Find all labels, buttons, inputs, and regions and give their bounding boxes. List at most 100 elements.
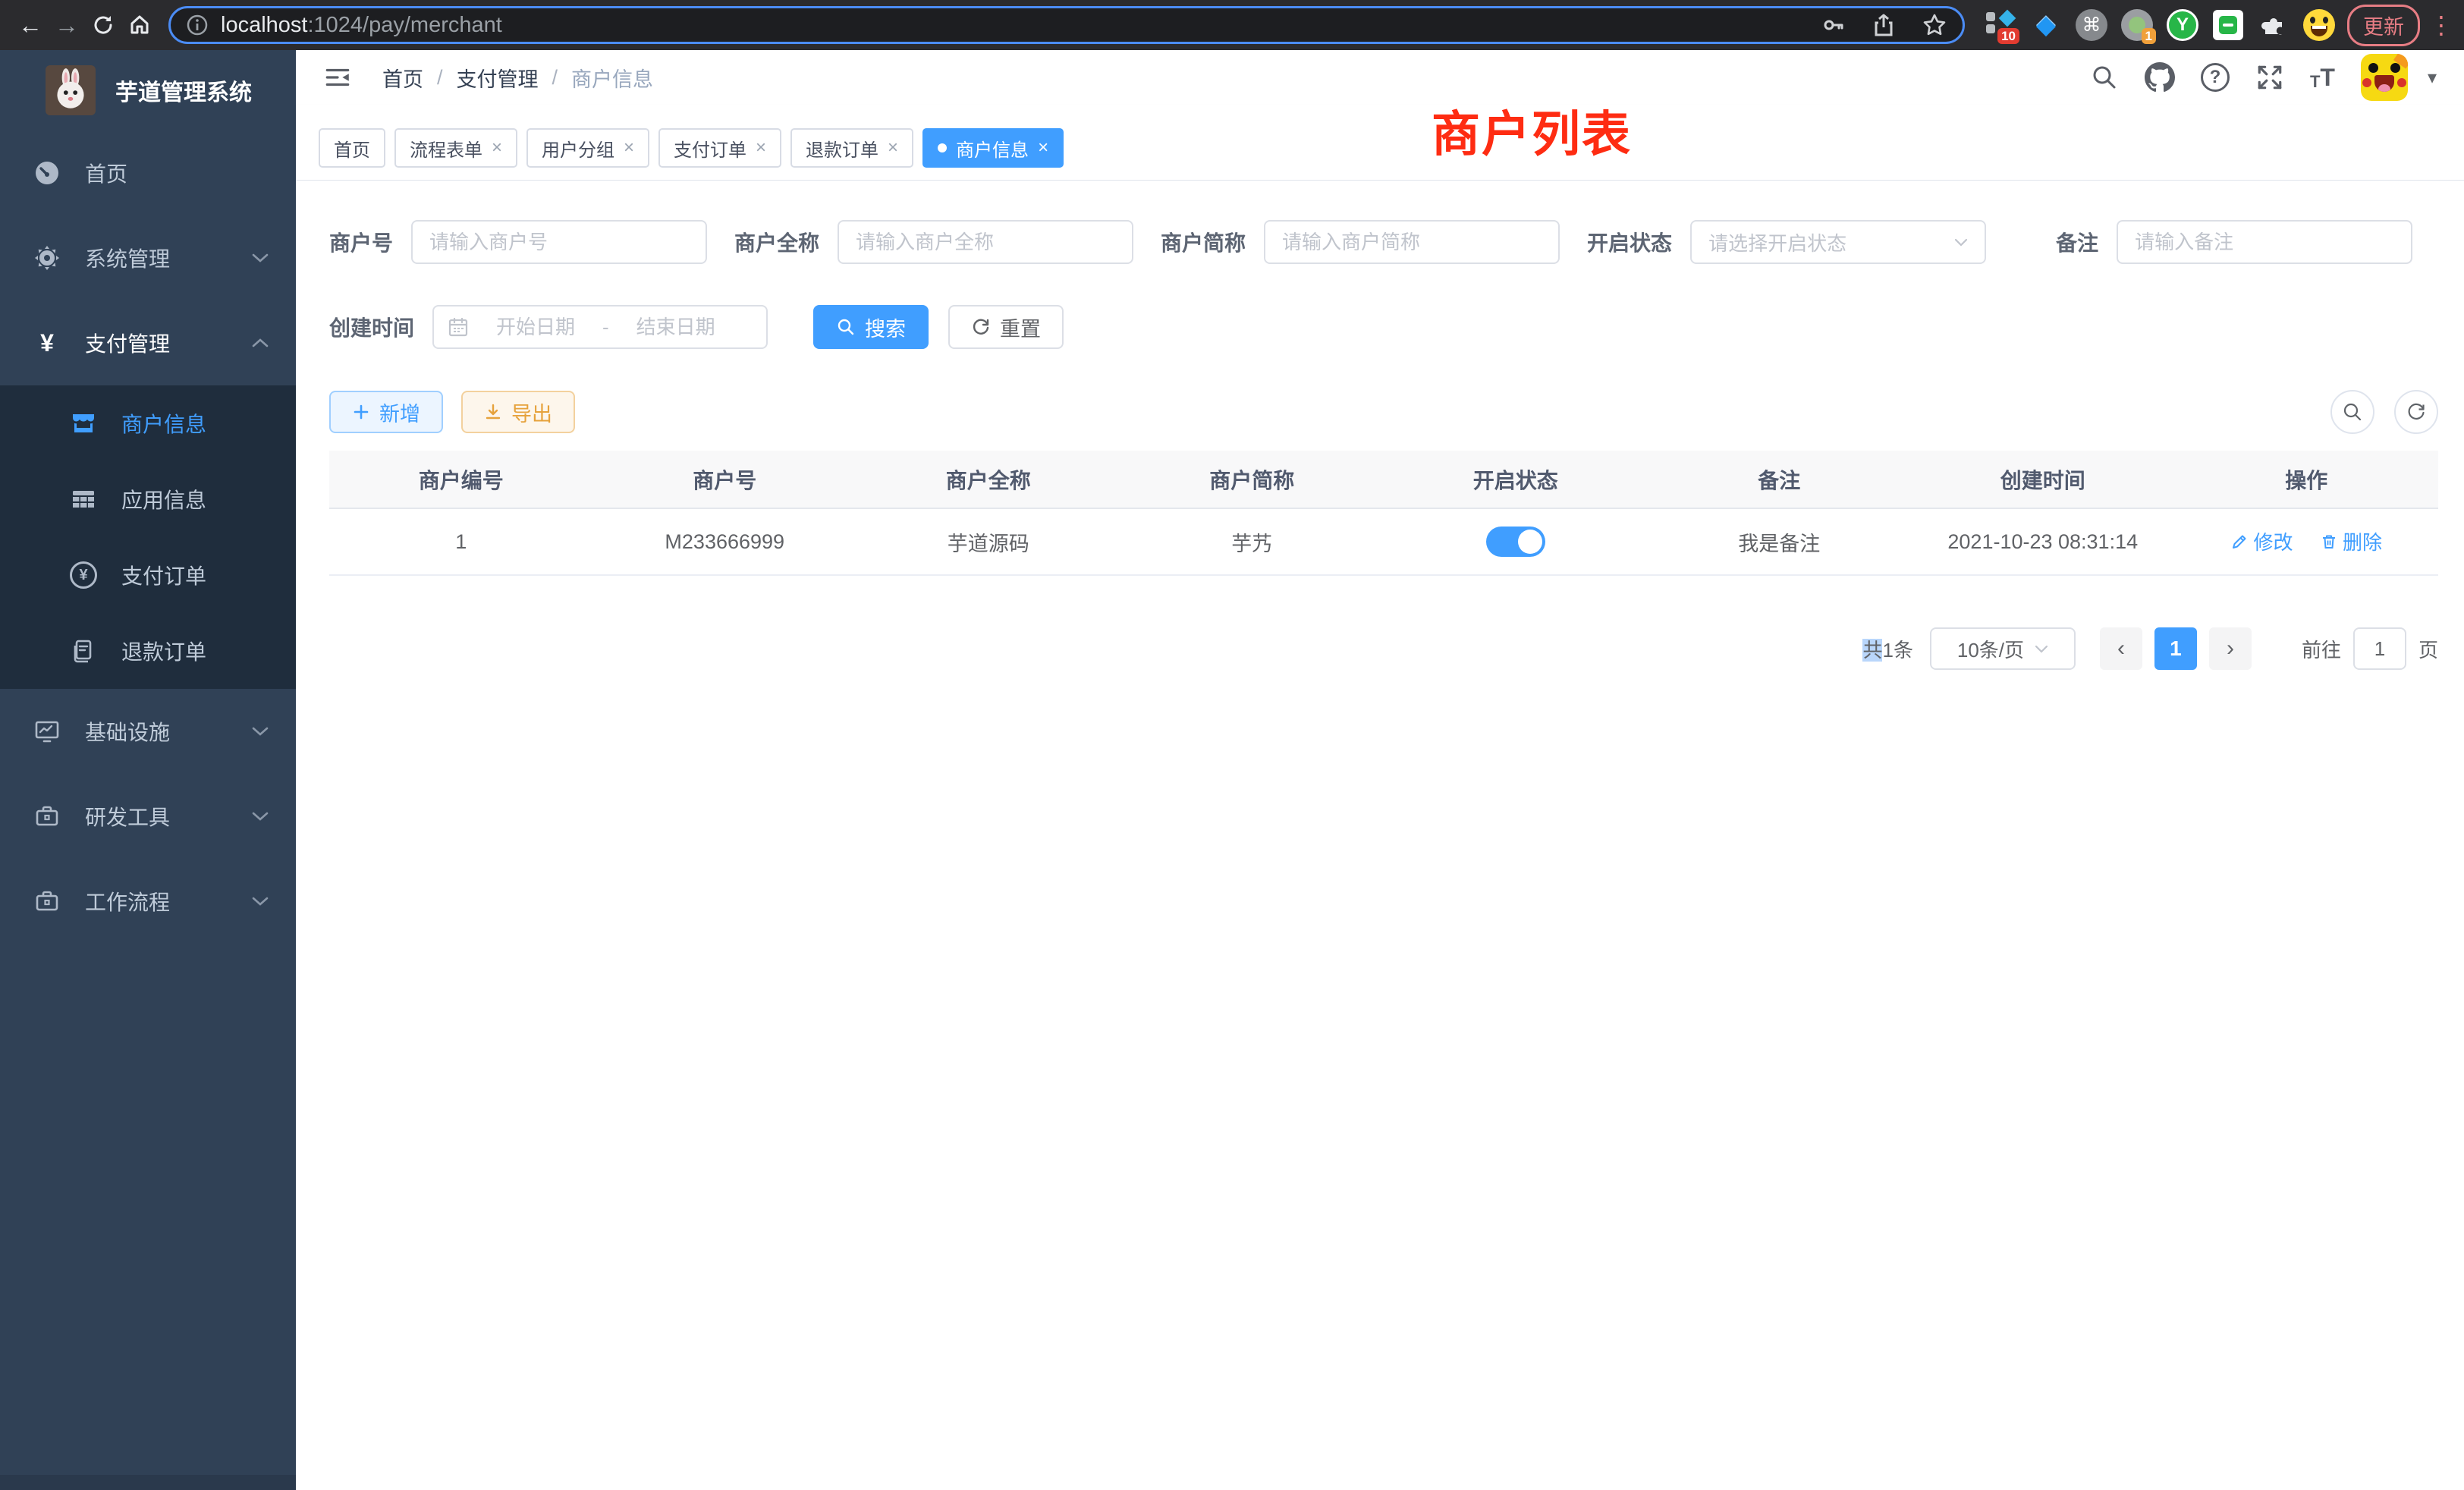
status-toggle-on[interactable]: [1486, 527, 1545, 557]
search-button-label: 搜索: [865, 313, 906, 342]
search-icon: [836, 317, 856, 337]
col-create-time: 创建时间: [1911, 451, 2175, 508]
prev-page-button[interactable]: ‹: [2100, 627, 2142, 670]
tab-label: 退款订单: [806, 135, 878, 162]
sidebar-item-infrastructure[interactable]: 基础设施: [0, 689, 296, 774]
sidebar-item-system[interactable]: 系统管理: [0, 215, 296, 300]
tab-process-form[interactable]: 流程表单 ×: [394, 128, 517, 168]
col-short-name: 商户简称: [1120, 451, 1384, 508]
browser-update-button[interactable]: 更新: [2347, 5, 2420, 46]
merchant-no-field: 商户号: [329, 220, 707, 264]
tab-square-icon: [1986, 24, 1995, 33]
sidebar-item-dev-tools[interactable]: 研发工具: [0, 774, 296, 859]
search-icon: [2090, 63, 2119, 92]
tab-refund-order[interactable]: 退款订单 ×: [790, 128, 913, 168]
avatar-dropdown-caret-icon[interactable]: ▾: [2428, 67, 2437, 89]
password-key-icon[interactable]: [1821, 13, 1846, 37]
tab-manager-extension-icon[interactable]: 10: [1983, 8, 2018, 42]
total-unit: 条: [1894, 639, 1913, 662]
yudao-extension-icon[interactable]: Y: [2165, 8, 2200, 42]
tab-close-icon[interactable]: ×: [624, 139, 634, 157]
sidebar-item-home[interactable]: 首页: [0, 130, 296, 215]
sidebar-item-payment[interactable]: ¥ 支付管理: [0, 300, 296, 385]
filter-row-2: 创建时间 - 搜索 重置: [329, 305, 2438, 349]
browser-back-button[interactable]: ←: [12, 7, 49, 43]
search-button[interactable]: 搜索: [813, 305, 929, 349]
tab-user-group[interactable]: 用户分组 ×: [526, 128, 649, 168]
command-extension-icon[interactable]: ⌘: [2074, 8, 2109, 42]
next-page-button[interactable]: ›: [2209, 627, 2252, 670]
remark-input[interactable]: [2117, 220, 2412, 264]
table-toolbar: 新增 导出: [329, 390, 2438, 434]
fullscreen-button[interactable]: [2255, 63, 2284, 92]
browser-menu-kebab-icon[interactable]: ⋮: [2429, 11, 2452, 39]
tab-merchant-info[interactable]: 商户信息 ×: [922, 128, 1064, 168]
share-icon[interactable]: [1872, 13, 1896, 37]
short-name-field: 商户简称: [1161, 220, 1560, 264]
header-search-button[interactable]: [2090, 63, 2119, 92]
short-name-input[interactable]: [1264, 220, 1560, 264]
tab-label: 流程表单: [410, 135, 482, 162]
tab-close-icon[interactable]: ×: [1038, 139, 1048, 157]
page-size-select[interactable]: 10条/页: [1930, 627, 2076, 670]
download-icon: [484, 403, 502, 421]
show-search-toggle-button[interactable]: [2330, 390, 2374, 434]
export-button[interactable]: 导出: [461, 391, 575, 433]
browser-forward-button[interactable]: →: [49, 7, 85, 43]
full-name-label: 商户全称: [734, 227, 819, 257]
add-button[interactable]: 新增: [329, 391, 443, 433]
notes-extension-icon[interactable]: [2211, 8, 2246, 42]
browser-home-button[interactable]: [121, 7, 158, 43]
total-prefix: 共: [1862, 639, 1882, 662]
status-select[interactable]: 请选择开启状态: [1690, 220, 1986, 264]
bookmark-star-icon[interactable]: [1922, 12, 1947, 38]
col-status: 开启状态: [1384, 451, 1648, 508]
full-name-input[interactable]: [838, 220, 1133, 264]
breadcrumb-payment[interactable]: 支付管理: [457, 63, 539, 93]
emoji-extension-icon[interactable]: [2302, 8, 2337, 42]
goto-page-input[interactable]: [2353, 627, 2406, 670]
address-bar[interactable]: localhost:1024/pay/merchant: [168, 6, 1965, 44]
delete-link[interactable]: 删除: [2320, 527, 2382, 555]
sidebar-item-label: 系统管理: [85, 243, 170, 273]
app-logo-row[interactable]: 芋道管理系统: [0, 50, 296, 130]
merchant-no-input[interactable]: [411, 220, 707, 264]
end-date-input[interactable]: [617, 316, 735, 339]
tab-close-icon[interactable]: ×: [492, 139, 502, 157]
date-range-picker[interactable]: -: [432, 305, 768, 349]
user-avatar[interactable]: [2361, 54, 2408, 101]
breadcrumb-home[interactable]: 首页: [382, 63, 423, 93]
page-1-button[interactable]: 1: [2154, 627, 2197, 670]
full-name-field: 商户全称: [734, 220, 1133, 264]
briefcase-icon: [32, 888, 62, 915]
breadcrumb-separator: /: [437, 66, 443, 90]
sidebar-item-workflow[interactable]: 工作流程: [0, 859, 296, 944]
sidebar-item-app-info[interactable]: 应用信息: [0, 461, 296, 537]
sidebar-item-refund-order[interactable]: 退款订单: [0, 613, 296, 689]
sidebar-item-label: 退款订单: [121, 636, 206, 666]
reset-button[interactable]: 重置: [948, 305, 1064, 349]
sidebar-collapse-button[interactable]: [323, 63, 352, 92]
tab-label: 支付订单: [674, 135, 746, 162]
refresh-table-button[interactable]: [2394, 390, 2438, 434]
puzzle-extensions-menu-icon[interactable]: [2256, 8, 2291, 42]
start-date-input[interactable]: [476, 316, 595, 339]
tab-home[interactable]: 首页: [319, 128, 385, 168]
sidebar-item-pay-order[interactable]: ¥ 支付订单: [0, 537, 296, 613]
notifier-extension-icon[interactable]: 1: [2120, 8, 2154, 42]
add-button-label: 新增: [379, 398, 420, 427]
font-size-button[interactable]: TT: [2310, 64, 2335, 92]
tab-close-icon[interactable]: ×: [756, 139, 766, 157]
gem-extension-icon[interactable]: ◆: [2029, 8, 2063, 42]
edit-link[interactable]: 修改: [2230, 527, 2293, 555]
grid-table-icon: [68, 486, 99, 512]
tab-close-icon[interactable]: ×: [888, 139, 898, 157]
site-info-icon[interactable]: [186, 14, 209, 36]
github-link[interactable]: [2145, 62, 2175, 93]
browser-reload-button[interactable]: [85, 7, 121, 43]
tab-pay-order[interactable]: 支付订单 ×: [658, 128, 781, 168]
tab-label: 用户分组: [542, 135, 614, 162]
gem-icon: ◆: [2036, 10, 2056, 40]
help-button[interactable]: ?: [2201, 63, 2230, 92]
sidebar-item-merchant-info[interactable]: 商户信息: [0, 385, 296, 461]
